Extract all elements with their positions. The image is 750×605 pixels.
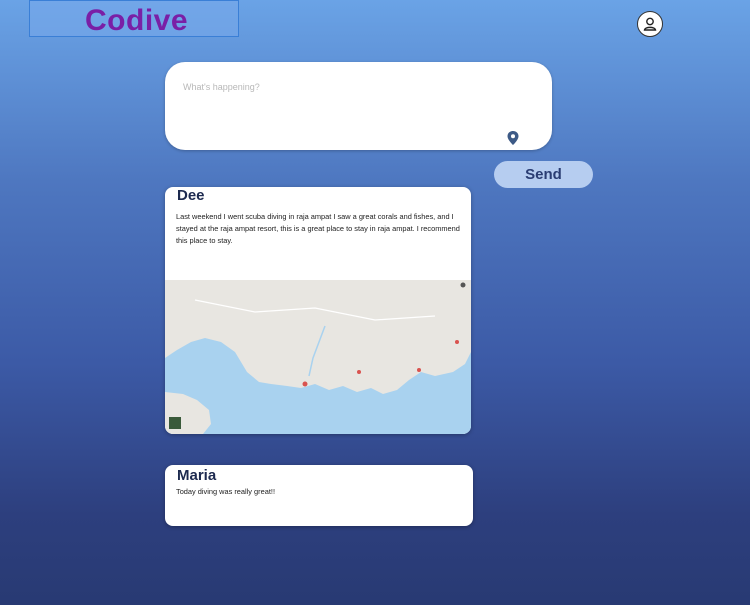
map-marker[interactable] xyxy=(302,381,308,387)
post-card: Maria Today diving was really great!! xyxy=(165,465,473,526)
profile-button[interactable] xyxy=(637,11,663,37)
map-marker[interactable] xyxy=(455,340,459,344)
post-author[interactable]: Dee xyxy=(177,187,205,204)
post-author[interactable]: Maria xyxy=(177,467,216,484)
post-text: Today diving was really great!! xyxy=(176,487,276,496)
map-marker[interactable] xyxy=(357,370,361,374)
post-input[interactable] xyxy=(181,80,525,134)
post-composer xyxy=(165,62,552,150)
map-thumbnail[interactable] xyxy=(169,417,181,429)
post-card: Dee Last weekend I went scuba diving in … xyxy=(165,187,471,434)
location-pin-icon[interactable] xyxy=(506,130,520,146)
location-map[interactable] xyxy=(165,280,471,434)
post-text: Last weekend I went scuba diving in raja… xyxy=(176,212,460,245)
map-marker[interactable] xyxy=(417,368,421,372)
send-button[interactable]: Send xyxy=(494,161,593,188)
map-marker[interactable] xyxy=(460,282,466,288)
user-icon xyxy=(643,17,657,31)
app-logo[interactable]: Codive xyxy=(85,4,188,38)
